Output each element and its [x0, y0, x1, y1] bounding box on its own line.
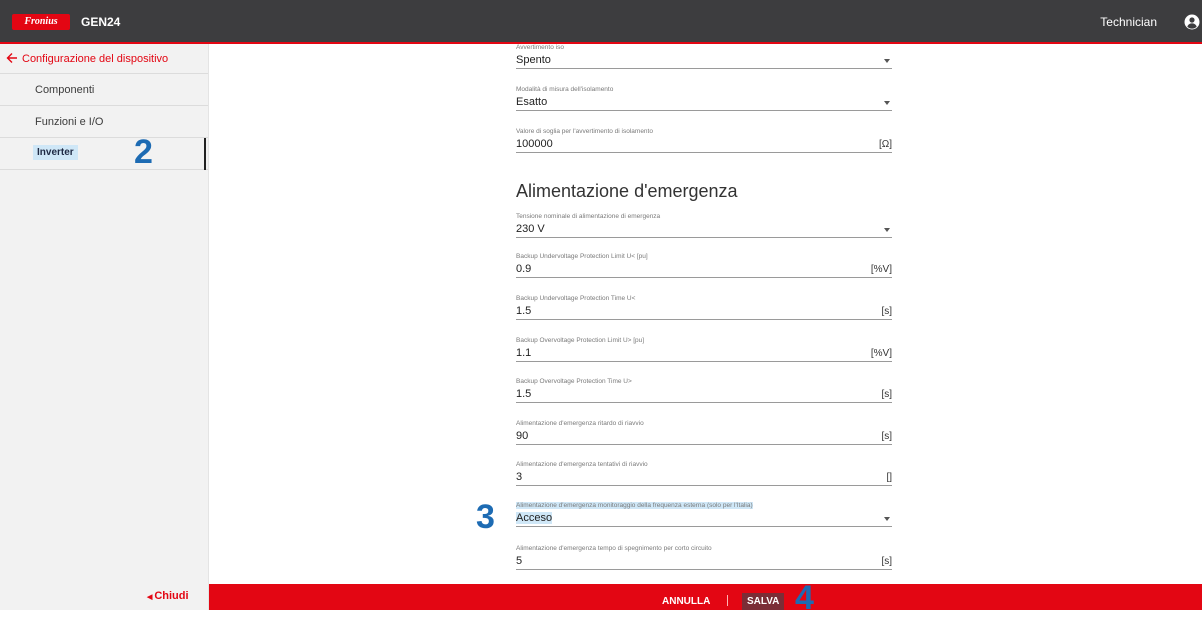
field-underline: [516, 152, 892, 153]
field-value: 230 V: [516, 223, 545, 235]
field-label: Backup Overvoltage Protection Time U>: [516, 378, 632, 385]
sidebar-item-label: Componenti: [35, 84, 95, 96]
sidebar-item-inverter[interactable]: Inverter: [0, 138, 208, 170]
field-label: Backup Undervoltage Protection Limit U< …: [516, 253, 648, 260]
field-underline: [516, 569, 892, 570]
sidebar-item-label: Inverter: [33, 145, 78, 160]
field-unit: [%V]: [870, 348, 892, 359]
field-value: Acceso: [516, 512, 553, 524]
field-label: Alimentazione d'emergenza tentativi di r…: [516, 461, 648, 468]
sidebar-item-label: Funzioni e I/O: [35, 116, 104, 128]
field-label: Modalità di misura dell'isolamento: [516, 86, 614, 93]
field-underline: [516, 68, 892, 69]
close-sidebar-link[interactable]: ◀ Chiudi: [147, 590, 189, 602]
field-label: Alimentazione d'emergenza ritardo di ria…: [516, 420, 644, 427]
back-to-device-config[interactable]: Configurazione del dispositivo: [0, 44, 208, 74]
field-label: Alimentazione d'emergenza tempo di spegn…: [516, 545, 712, 552]
user-account-icon[interactable]: [1184, 14, 1200, 30]
field-unit: [s]: [881, 431, 892, 442]
save-button[interactable]: SALVA: [742, 593, 785, 610]
field-value: 1.5: [516, 305, 532, 317]
sidebar-item-componenti[interactable]: Componenti: [0, 74, 208, 106]
field-unit: []: [886, 472, 892, 483]
field-underline: [516, 361, 892, 362]
field-value: 5: [516, 555, 523, 567]
field-label: Tensione nominale di alimentazione di em…: [516, 213, 661, 220]
field-value: Spento: [516, 54, 551, 66]
field-value: 1.1: [516, 347, 532, 359]
field-value: Esatto: [516, 96, 548, 108]
field-value: 100000: [516, 138, 553, 150]
close-label: Chiudi: [154, 590, 189, 602]
annotation-number-2: 2: [134, 133, 153, 171]
field-value: 1.5: [516, 388, 532, 400]
field-value: 90: [516, 430, 529, 442]
bottom-action-bar: ◀ Chiudi ANNULLA SALVA 4: [0, 581, 1202, 615]
field-label: Avvertimento iso: [516, 44, 564, 51]
dropdown-caret-icon: [884, 59, 890, 63]
field-underline: [516, 319, 892, 320]
sidebar: Configurazione del dispositivo Component…: [0, 44, 209, 584]
back-label: Configurazione del dispositivo: [22, 53, 169, 65]
field-unit: [s]: [881, 306, 892, 317]
field-unit: [%V]: [870, 264, 892, 275]
field-value: 3: [516, 471, 523, 483]
user-role-label[interactable]: Technician: [1100, 15, 1157, 29]
field-underline: [516, 110, 892, 111]
top-bar: Fronius GEN24 Technician: [0, 0, 1202, 44]
field-underline: [516, 526, 892, 527]
field-label: Alimentazione d'emergenza monitoraggio d…: [516, 502, 753, 509]
dropdown-caret-icon: [884, 101, 890, 105]
field-label: Backup Undervoltage Protection Time U<: [516, 295, 636, 302]
active-item-marker: [204, 138, 206, 170]
button-separator: [727, 595, 728, 606]
dropdown-caret-icon: [884, 228, 890, 232]
field-label: Valore di soglia per l'avvertimento di i…: [516, 128, 653, 135]
sidebar-footer: ◀ Chiudi: [0, 584, 209, 610]
product-name: GEN24: [81, 15, 121, 29]
cancel-button[interactable]: ANNULLA: [662, 596, 710, 607]
arrow-left-icon: [6, 53, 17, 63]
field-label: Backup Overvoltage Protection Limit U> […: [516, 337, 645, 344]
field-underline: [516, 402, 892, 403]
annotation-number-3: 3: [476, 498, 495, 536]
sidebar-item-funzioni[interactable]: Funzioni e I/O: [0, 106, 208, 138]
field-unit: [s]: [881, 389, 892, 400]
field-unit: [s]: [881, 556, 892, 567]
field-underline: [516, 485, 892, 486]
field-underline: [516, 237, 892, 238]
field-value: 0.9: [516, 263, 532, 275]
field-unit: [Ω]: [878, 139, 892, 150]
section-title-emergency: Alimentazione d'emergenza: [516, 181, 738, 201]
field-underline: [516, 444, 892, 445]
field-underline: [516, 277, 892, 278]
fronius-logo: Fronius: [12, 14, 70, 30]
dropdown-caret-icon: [884, 517, 890, 521]
